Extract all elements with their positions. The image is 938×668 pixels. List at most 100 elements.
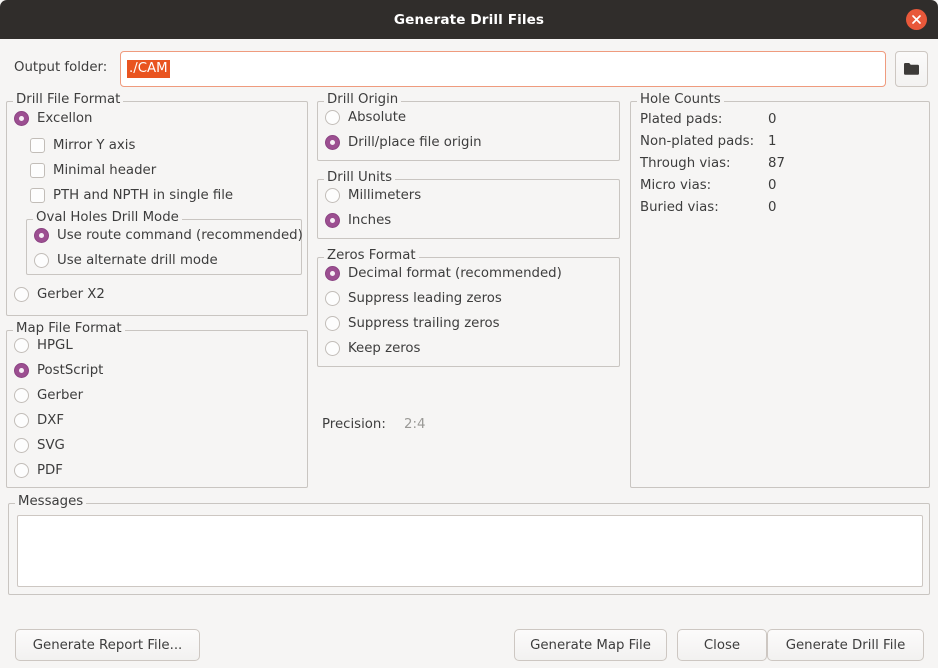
hole-count-label: Buried vias: <box>640 200 719 215</box>
radio-zeros-keep[interactable]: Keep zeros <box>325 341 420 356</box>
radio-excellon-label: Excellon <box>37 111 92 126</box>
hole-counts-title: Hole Counts <box>637 92 724 107</box>
radio-zeros-decimal-format-label: Decimal format (recommended) <box>348 266 562 281</box>
drill-origin-title: Drill Origin <box>324 92 401 107</box>
checkbox-indicator <box>30 138 45 153</box>
radio-indicator <box>325 188 340 203</box>
zeros-format-group: Zeros Format Decimal format (recommended… <box>317 257 620 367</box>
messages-group: Messages <box>8 503 930 595</box>
folder-icon <box>903 62 920 76</box>
window-titlebar: Generate Drill Files <box>0 0 938 39</box>
messages-textarea[interactable] <box>17 515 923 587</box>
radio-units-millimeters-label: Millimeters <box>348 188 421 203</box>
radio-indicator <box>14 388 29 403</box>
messages-title: Messages <box>15 494 86 509</box>
radio-map-hpgl-label: HPGL <box>37 338 73 353</box>
drill-file-format-title: Drill File Format <box>13 92 123 107</box>
radio-zeros-suppress-trailing[interactable]: Suppress trailing zeros <box>325 316 500 331</box>
radio-map-svg-label: SVG <box>37 438 65 453</box>
generate-map-file-button[interactable]: Generate Map File <box>514 629 667 661</box>
radio-gerber-x2-label: Gerber X2 <box>37 287 105 302</box>
checkbox-indicator <box>30 188 45 203</box>
radio-gerber-x2[interactable]: Gerber X2 <box>14 287 105 302</box>
radio-indicator <box>325 316 340 331</box>
hole-count-label: Through vias: <box>640 156 731 171</box>
checkbox-minimal-header[interactable]: Minimal header <box>30 163 156 178</box>
radio-indicator <box>325 266 340 281</box>
hole-count-value: 1 <box>768 134 776 149</box>
hole-count-value: 87 <box>768 156 785 171</box>
radio-zeros-suppress-leading-label: Suppress leading zeros <box>348 291 502 306</box>
close-button-label: Close <box>704 638 740 653</box>
radio-indicator <box>34 253 49 268</box>
radio-indicator <box>325 213 340 228</box>
hole-count-value: 0 <box>768 178 776 193</box>
close-button[interactable]: Close <box>677 629 767 661</box>
radio-indicator <box>14 438 29 453</box>
radio-excellon[interactable]: Excellon <box>14 111 92 126</box>
radio-map-hpgl[interactable]: HPGL <box>14 338 73 353</box>
radio-indicator <box>325 110 340 125</box>
generate-report-file-button[interactable]: Generate Report File... <box>15 629 200 661</box>
output-folder-label: Output folder: <box>14 60 107 75</box>
radio-units-millimeters[interactable]: Millimeters <box>325 188 421 203</box>
hole-count-label: Micro vias: <box>640 178 711 193</box>
radio-map-dxf-label: DXF <box>37 413 64 428</box>
radio-zeros-keep-label: Keep zeros <box>348 341 420 356</box>
radio-indicator <box>14 463 29 478</box>
window-title: Generate Drill Files <box>394 12 544 28</box>
checkbox-pth-npth-single-file-label: PTH and NPTH in single file <box>53 188 233 203</box>
hole-count-value: 0 <box>768 200 776 215</box>
radio-units-inches-label: Inches <box>348 213 391 228</box>
radio-use-route-command[interactable]: Use route command (recommended) <box>34 228 303 243</box>
radio-map-dxf[interactable]: DXF <box>14 413 64 428</box>
dialog-body: Output folder: ./CAM Drill File Format E… <box>0 39 938 668</box>
checkbox-mirror-y-axis[interactable]: Mirror Y axis <box>30 138 135 153</box>
hole-count-value: 0 <box>768 112 776 127</box>
generate-drill-file-label: Generate Drill File <box>786 638 906 653</box>
hole-counts-group: Hole Counts Plated pads: 0 Non-plated pa… <box>630 101 930 488</box>
output-folder-input[interactable]: ./CAM <box>120 51 886 87</box>
drill-units-title: Drill Units <box>324 170 395 185</box>
radio-zeros-suppress-trailing-label: Suppress trailing zeros <box>348 316 500 331</box>
radio-origin-absolute[interactable]: Absolute <box>325 110 406 125</box>
generate-report-file-label: Generate Report File... <box>33 638 183 653</box>
radio-map-gerber-label: Gerber <box>37 388 83 403</box>
drill-origin-group: Drill Origin Absolute Drill/place file o… <box>317 101 620 161</box>
output-folder-value: ./CAM <box>127 60 170 78</box>
radio-indicator <box>14 338 29 353</box>
radio-zeros-decimal-format[interactable]: Decimal format (recommended) <box>325 266 562 281</box>
radio-indicator <box>14 363 29 378</box>
radio-indicator <box>14 111 29 126</box>
radio-map-gerber[interactable]: Gerber <box>14 388 83 403</box>
radio-zeros-suppress-leading[interactable]: Suppress leading zeros <box>325 291 502 306</box>
radio-map-pdf-label: PDF <box>37 463 63 478</box>
radio-map-svg[interactable]: SVG <box>14 438 65 453</box>
radio-indicator <box>325 291 340 306</box>
radio-origin-absolute-label: Absolute <box>348 110 406 125</box>
oval-holes-drill-mode-group: Oval Holes Drill Mode Use route command … <box>26 219 302 275</box>
radio-origin-drill-place-file-label: Drill/place file origin <box>348 135 482 150</box>
map-file-format-group: Map File Format HPGL PostScript Gerber D… <box>6 330 308 488</box>
radio-origin-drill-place-file[interactable]: Drill/place file origin <box>325 135 482 150</box>
radio-indicator <box>325 135 340 150</box>
hole-count-label: Non-plated pads: <box>640 134 754 149</box>
hole-count-label: Plated pads: <box>640 112 722 127</box>
checkbox-indicator <box>30 163 45 178</box>
radio-map-postscript[interactable]: PostScript <box>14 363 103 378</box>
generate-drill-file-button[interactable]: Generate Drill File <box>767 629 924 661</box>
zeros-format-title: Zeros Format <box>324 248 419 263</box>
close-icon[interactable] <box>906 9 927 30</box>
radio-indicator <box>325 341 340 356</box>
checkbox-mirror-y-axis-label: Mirror Y axis <box>53 138 135 153</box>
radio-use-route-command-label: Use route command (recommended) <box>57 228 303 243</box>
generate-map-file-label: Generate Map File <box>530 638 651 653</box>
radio-units-inches[interactable]: Inches <box>325 213 391 228</box>
radio-map-pdf[interactable]: PDF <box>14 463 63 478</box>
browse-folder-button[interactable] <box>895 51 928 87</box>
radio-indicator <box>34 228 49 243</box>
radio-use-alternate-drill-mode[interactable]: Use alternate drill mode <box>34 253 218 268</box>
checkbox-pth-npth-single-file[interactable]: PTH and NPTH in single file <box>30 188 233 203</box>
precision-value: 2:4 <box>404 417 425 432</box>
radio-indicator <box>14 287 29 302</box>
